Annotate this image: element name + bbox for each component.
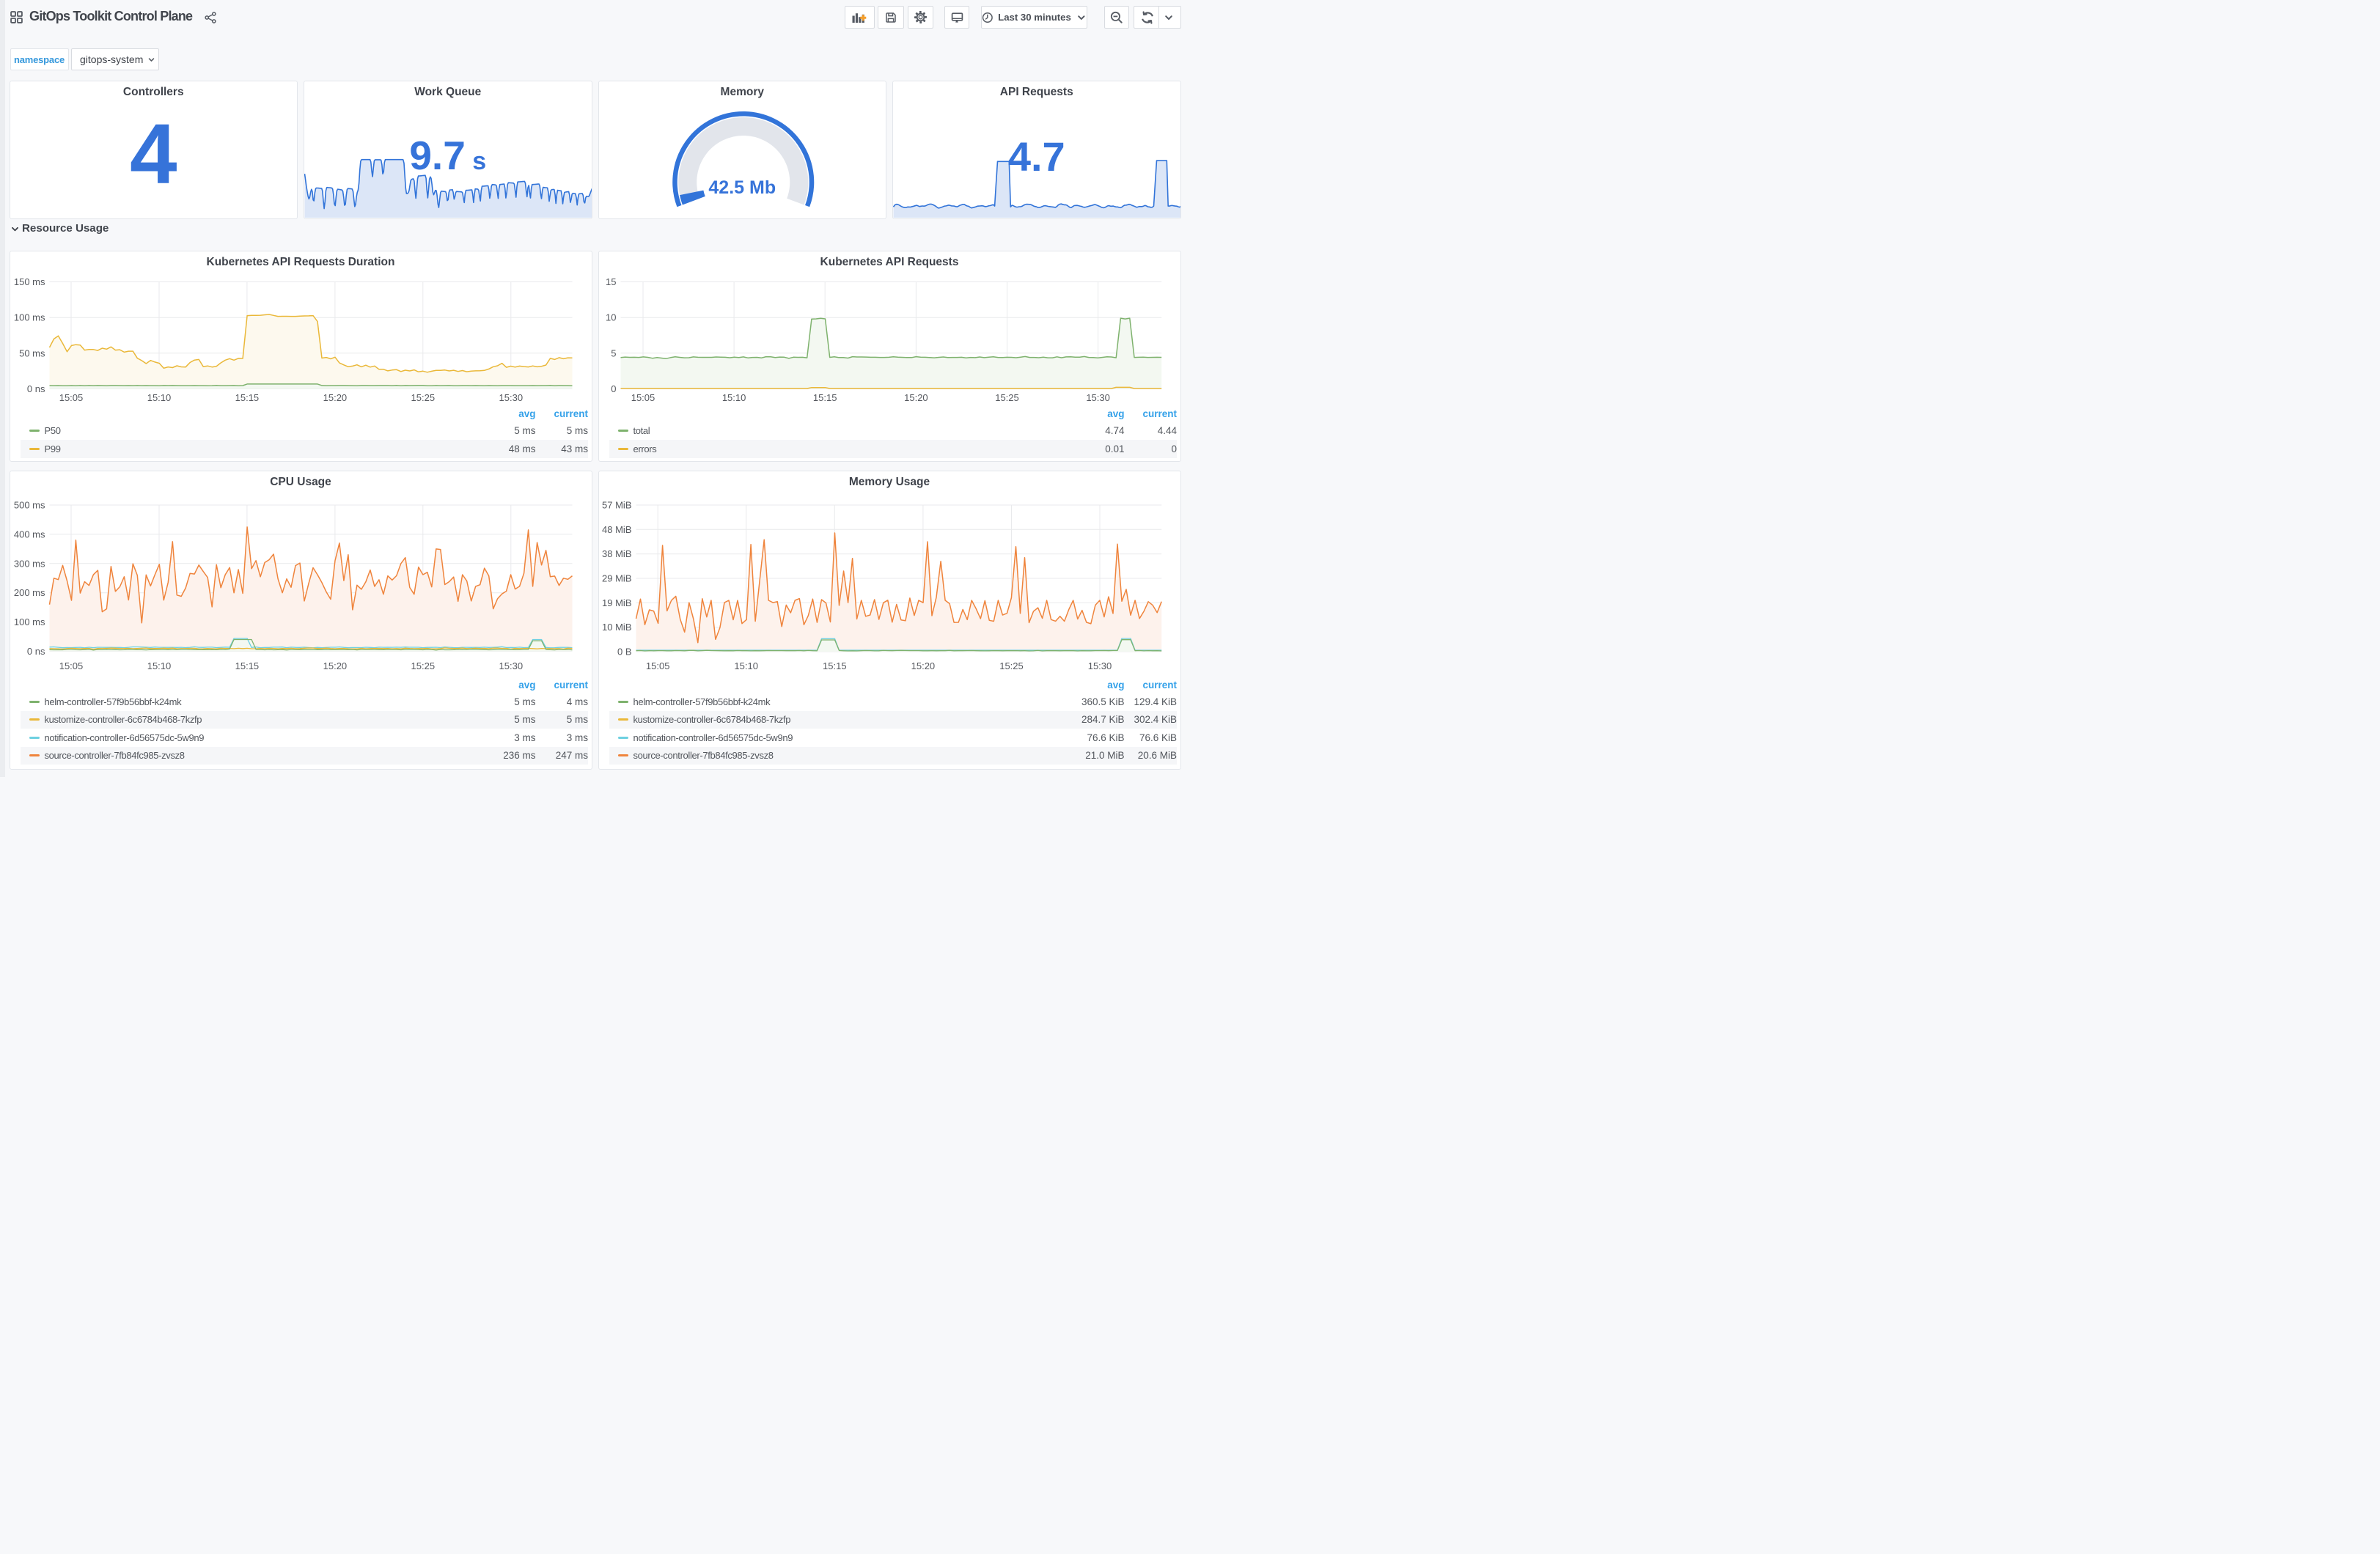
svg-text:15: 15: [606, 276, 616, 287]
svg-text:15:05: 15:05: [59, 392, 83, 403]
svg-text:15:10: 15:10: [147, 660, 171, 671]
svg-text:15:05: 15:05: [59, 660, 83, 671]
svg-text:15:25: 15:25: [411, 392, 435, 403]
svg-text:0 ns: 0 ns: [26, 646, 45, 657]
svg-text:200 ms: 200 ms: [13, 587, 45, 598]
svg-text:15:20: 15:20: [323, 660, 347, 671]
svg-text:15:15: 15:15: [235, 392, 259, 403]
svg-text:48 MiB: 48 MiB: [602, 523, 631, 534]
svg-text:150 ms: 150 ms: [13, 276, 45, 287]
svg-text:15:25: 15:25: [999, 660, 1024, 671]
svg-text:0: 0: [611, 383, 616, 394]
svg-text:300 ms: 300 ms: [13, 558, 45, 569]
svg-text:15:25: 15:25: [995, 392, 1019, 403]
svg-text:15:20: 15:20: [323, 392, 347, 403]
svg-text:15:05: 15:05: [645, 660, 669, 671]
svg-text:15:20: 15:20: [911, 660, 935, 671]
svg-text:500 ms: 500 ms: [13, 499, 45, 510]
svg-text:15:15: 15:15: [823, 660, 847, 671]
svg-text:57 MiB: 57 MiB: [602, 499, 631, 510]
svg-text:15:30: 15:30: [499, 660, 523, 671]
svg-text:0 ns: 0 ns: [26, 383, 45, 394]
svg-text:15:10: 15:10: [721, 392, 746, 403]
svg-text:15:30: 15:30: [1087, 660, 1112, 671]
svg-text:15:20: 15:20: [904, 392, 928, 403]
svg-text:5: 5: [611, 347, 616, 358]
svg-text:15:05: 15:05: [631, 392, 655, 403]
svg-text:15:10: 15:10: [147, 392, 171, 403]
svg-text:19 MiB: 19 MiB: [602, 597, 631, 608]
svg-text:100 ms: 100 ms: [13, 312, 45, 323]
svg-text:400 ms: 400 ms: [13, 529, 45, 540]
svg-text:15:15: 15:15: [812, 392, 837, 403]
svg-text:50 ms: 50 ms: [19, 347, 45, 358]
svg-text:0 B: 0 B: [617, 646, 631, 657]
svg-text:15:25: 15:25: [411, 660, 435, 671]
svg-text:15:15: 15:15: [235, 660, 259, 671]
svg-text:15:30: 15:30: [1086, 392, 1110, 403]
svg-text:29 MiB: 29 MiB: [602, 572, 631, 583]
svg-text:15:30: 15:30: [499, 392, 523, 403]
svg-text:100 ms: 100 ms: [13, 616, 45, 627]
svg-text:15:10: 15:10: [734, 660, 758, 671]
svg-text:10 MiB: 10 MiB: [602, 622, 631, 633]
svg-text:10: 10: [606, 312, 616, 323]
svg-text:38 MiB: 38 MiB: [602, 548, 631, 559]
